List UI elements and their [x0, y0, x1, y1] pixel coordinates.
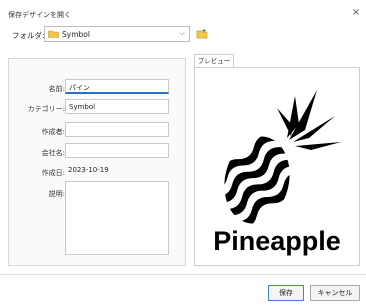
save-button[interactable]: 保存 [268, 285, 304, 301]
name-field[interactable]: パイン [65, 79, 169, 94]
folder-icon [48, 30, 59, 38]
chevron-down-icon[interactable]: ⌵ [178, 29, 186, 39]
cancel-button[interactable]: キャンセル [310, 285, 360, 301]
folder-row: フォルダ: Symbol ⌵ [0, 26, 366, 44]
footer-divider [0, 274, 366, 275]
company-label: 会社名: [41, 149, 65, 157]
dialog-title: 保存デザインを開く [8, 11, 71, 19]
name-label: 名前: [48, 85, 65, 93]
description-label: 説明: [48, 190, 65, 198]
date-label: 作成日: [41, 169, 65, 177]
pineapple-symbol [216, 90, 341, 228]
date-value: 2023-10-19 [68, 166, 109, 174]
preview-pane: Pineapple [194, 67, 360, 266]
open-saved-design-dialog: 保存デザインを開く × フォルダ: Symbol ⌵ 名前: パイン カテゴリー… [0, 0, 366, 308]
author-label: 作成者: [41, 128, 65, 136]
folder-value: Symbol [62, 30, 90, 39]
preview-caption: Pineapple [213, 226, 341, 256]
title-bar: 保存デザインを開く × [0, 0, 366, 28]
folder-label: フォルダ: [12, 31, 45, 40]
description-field[interactable] [65, 181, 169, 255]
folder-browse-icon[interactable] [196, 28, 208, 40]
close-icon[interactable]: × [350, 7, 362, 19]
folder-select[interactable]: Symbol ⌵ [44, 26, 190, 42]
company-field[interactable] [65, 143, 169, 158]
category-label: カテゴリー: [27, 105, 65, 113]
author-field[interactable] [65, 122, 169, 137]
category-field[interactable]: Symbol [65, 99, 169, 114]
properties-panel: 名前: パイン カテゴリー: Symbol 作成者: 会社名: 作成日: 202… [8, 58, 186, 266]
tab-preview[interactable]: プレビュー [194, 54, 234, 68]
